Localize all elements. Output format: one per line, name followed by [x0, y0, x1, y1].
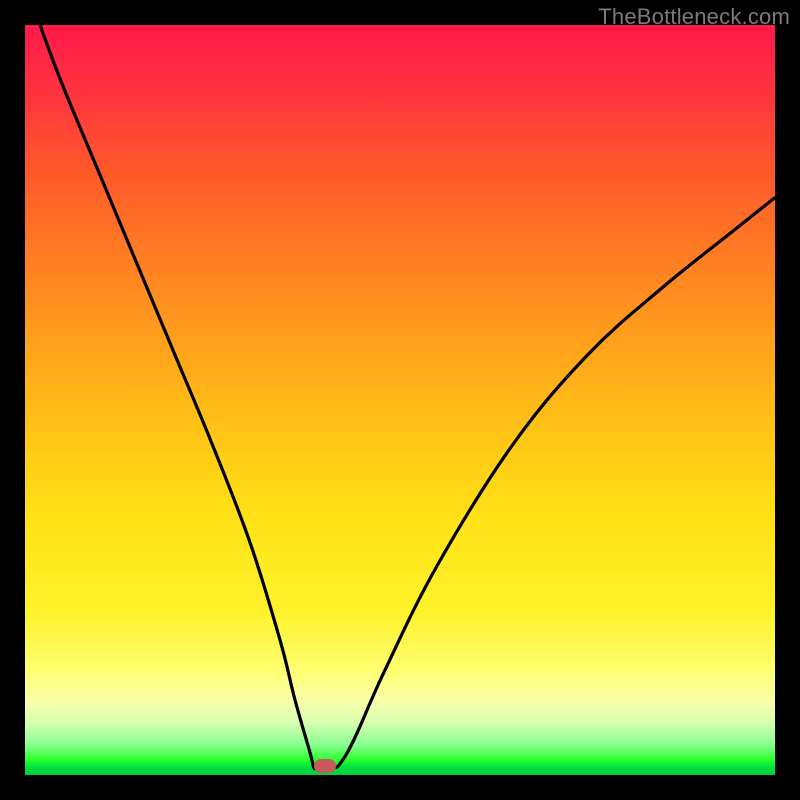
optimal-marker: [314, 759, 336, 773]
watermark-text: TheBottleneck.com: [598, 4, 790, 30]
plot-area: [25, 25, 775, 775]
bottleneck-curve: [25, 25, 775, 775]
